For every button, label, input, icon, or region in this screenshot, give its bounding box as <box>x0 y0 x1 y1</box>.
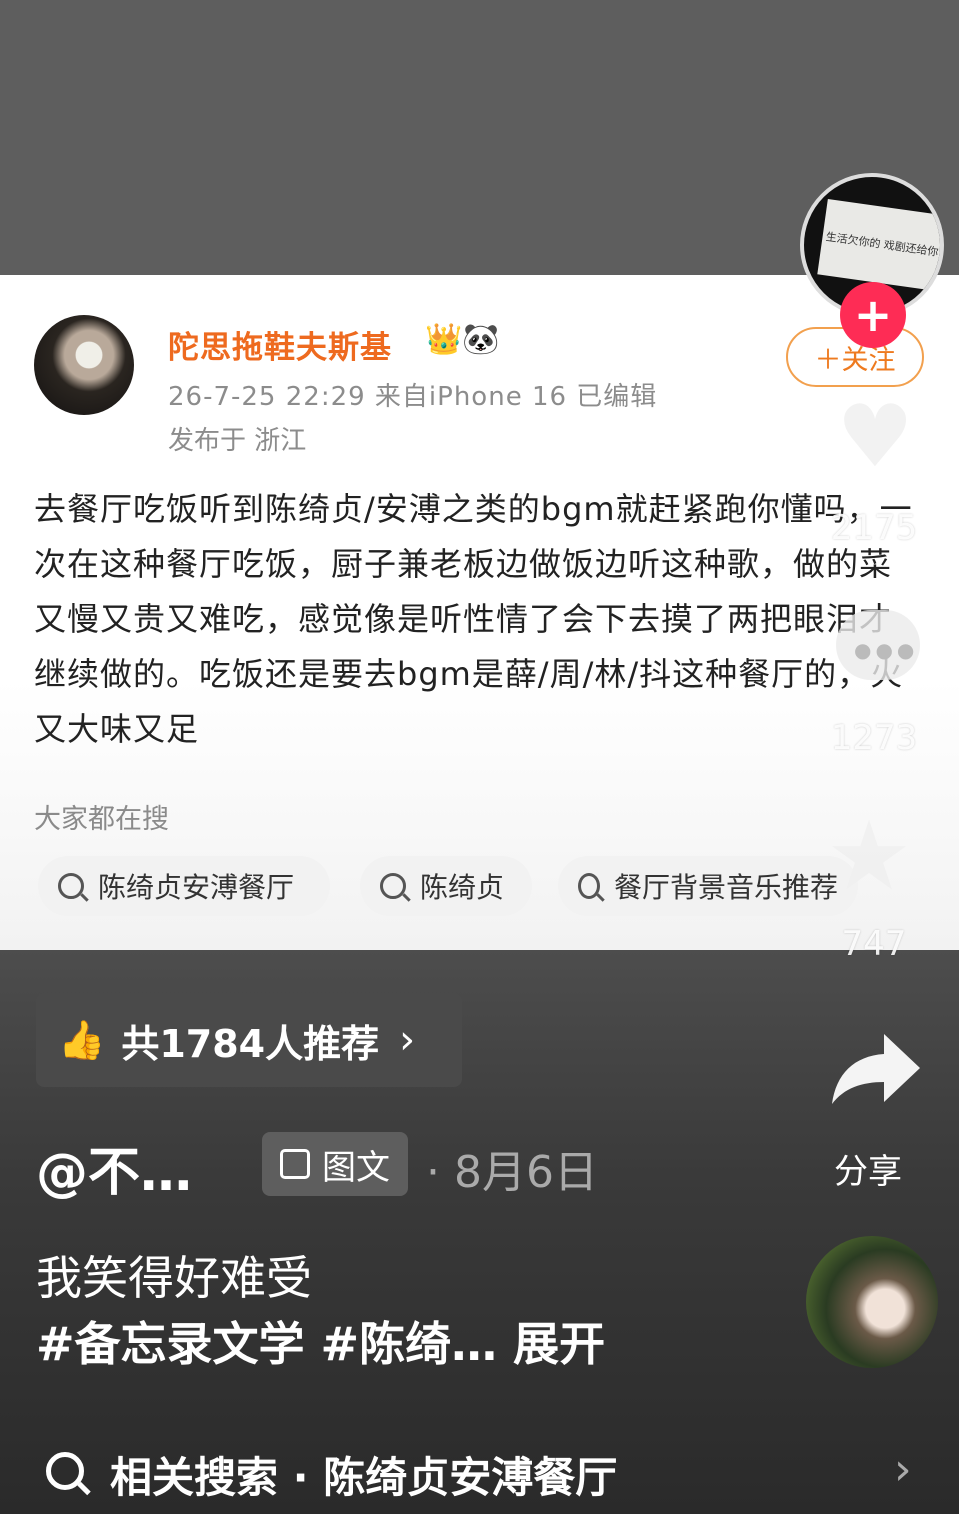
search-chip-label: 陈绮贞安溥餐厅 <box>98 871 295 904</box>
like-count: 2175 <box>830 508 918 548</box>
trending-search-title: 大家都在搜 <box>34 804 169 835</box>
poster-username[interactable]: 陀思拖鞋夫斯基 <box>168 322 392 367</box>
comment-icon[interactable]: ●●● <box>836 610 920 680</box>
post-date: · 8月6日 <box>426 1147 598 1198</box>
search-icon <box>58 873 84 899</box>
post-text: 去餐厅吃饭听到陈绮贞/安溥之类的bgm就赶紧跑你懂吗，一次在这种餐厅吃饭，厨子兼… <box>34 490 913 748</box>
chevron-right-icon: › <box>894 1444 912 1495</box>
caption: 我笑得好难受 <box>36 1251 312 1305</box>
user-badges: 👑🐼 <box>425 322 500 357</box>
music-disc-image: 生活欠你的 戏剧还给你 <box>817 199 940 291</box>
search-icon <box>46 1452 84 1490</box>
favorite-count: 747 <box>841 924 907 964</box>
related-search-text: 相关搜索 · 陈绮贞安溥餐厅 <box>110 1453 618 1502</box>
share-icon[interactable] <box>828 1028 924 1108</box>
follow-plus-button[interactable]: + <box>840 282 906 348</box>
like-icon[interactable]: ♥ <box>833 394 917 480</box>
related-search-bar[interactable]: 相关搜索 · 陈绮贞安溥餐厅 › <box>0 1430 959 1514</box>
search-icon <box>380 873 406 899</box>
chevron-right-icon: › <box>399 1017 416 1063</box>
post-type-label: 图文 <box>322 1147 390 1188</box>
recommend-label: 共1784人推荐 <box>121 1021 380 1066</box>
hashtags[interactable]: #备忘录文学 #陈绮… 展开 <box>36 1308 605 1374</box>
post-meta: 26-7-25 22:29 来自iPhone 16 已编辑 <box>168 382 658 412</box>
author-name[interactable]: @不… <box>36 1130 192 1205</box>
search-chip-label: 陈绮贞 <box>420 871 505 904</box>
comment-dots: ●●● <box>854 638 919 662</box>
comment-count: 1273 <box>830 718 918 758</box>
thumbs-up-icon: 👍 <box>58 1017 106 1062</box>
post-location: 发布于 浙江 <box>168 426 307 456</box>
search-chip[interactable]: 餐厅背景音乐推荐 <box>558 856 858 916</box>
share-label: 分享 <box>834 1152 902 1192</box>
author-avatar[interactable] <box>806 1236 938 1368</box>
search-chip-label: 餐厅背景音乐推荐 <box>613 871 838 904</box>
poster-avatar[interactable] <box>34 315 134 415</box>
search-icon <box>578 873 600 899</box>
favorite-icon[interactable]: ★ <box>826 808 912 904</box>
post-type-badge: 图文 <box>262 1132 408 1196</box>
image-text-icon <box>280 1149 310 1179</box>
recommend-button[interactable]: 👍 共1784人推荐 › <box>36 993 462 1087</box>
search-chip[interactable]: 陈绮贞 <box>360 856 532 916</box>
search-chip[interactable]: 陈绮贞安溥餐厅 <box>38 856 330 916</box>
